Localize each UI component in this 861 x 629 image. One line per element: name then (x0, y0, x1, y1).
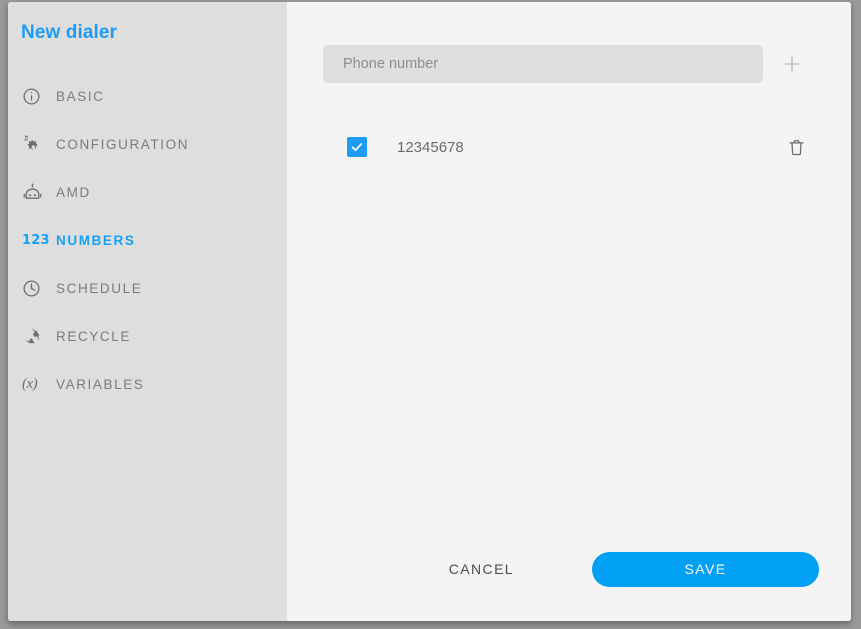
add-number-button[interactable] (775, 47, 809, 81)
list-item: 12345678 (323, 120, 809, 174)
sidebar-item-configuration[interactable]: CONFIGURATION (8, 120, 287, 168)
numbers-list: 12345678 (323, 120, 809, 174)
number-value: 12345678 (397, 138, 464, 156)
sidebar-nav: BASIC CONFIGURATION AMD 123 NUMBERS SCHE… (8, 72, 287, 408)
variable-x-icon: (x) (22, 376, 48, 393)
sidebar: New dialer BASIC CONFIGURATION AMD 123 N… (8, 2, 287, 621)
sidebar-item-label: AMD (56, 184, 91, 200)
variable-x-glyph: (x) (22, 375, 38, 392)
sidebar-item-variables[interactable]: (x) VARIABLES (8, 360, 287, 408)
cancel-button[interactable]: CANCEL (435, 551, 528, 587)
sidebar-item-schedule[interactable]: SCHEDULE (8, 264, 287, 312)
sidebar-item-basic[interactable]: BASIC (8, 72, 287, 120)
recycle-icon (22, 326, 48, 346)
info-circle-icon (22, 87, 48, 106)
phone-number-input[interactable] (323, 45, 763, 83)
sidebar-item-label: NUMBERS (56, 232, 136, 248)
123-icon: 123 (22, 232, 50, 248)
new-dialer-dialog: New dialer BASIC CONFIGURATION AMD 123 N… (8, 2, 851, 621)
sidebar-item-label: CONFIGURATION (56, 136, 190, 152)
sidebar-item-recycle[interactable]: RECYCLE (8, 312, 287, 360)
sidebar-item-label: SCHEDULE (56, 280, 143, 296)
add-number-row (323, 45, 809, 83)
numbers-badge: 123 (22, 232, 50, 248)
gears-icon (22, 134, 48, 155)
clock-icon (22, 279, 48, 298)
sidebar-item-numbers[interactable]: 123 NUMBERS (8, 216, 287, 264)
number-checkbox[interactable] (347, 137, 367, 157)
robot-icon (22, 182, 48, 203)
sidebar-item-label: VARIABLES (56, 376, 145, 392)
main-panel: 12345678 CANCEL SAVE (287, 2, 851, 621)
sidebar-item-label: RECYCLE (56, 328, 131, 344)
trash-icon[interactable] (783, 134, 809, 160)
sidebar-item-label: BASIC (56, 88, 105, 104)
dialog-footer: CANCEL SAVE (287, 547, 851, 591)
page-title: New dialer (21, 22, 118, 43)
save-button[interactable]: SAVE (592, 551, 819, 587)
sidebar-item-amd[interactable]: AMD (8, 168, 287, 216)
